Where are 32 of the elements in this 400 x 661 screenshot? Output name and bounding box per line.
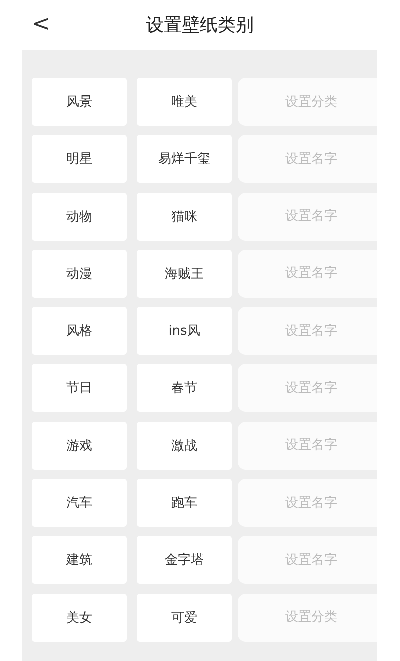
name-cell: 跑车 [137, 479, 232, 528]
input-field[interactable]: 设置名字 [238, 250, 377, 298]
input-field[interactable]: 设置名字 [238, 135, 377, 184]
name-cell: 可爱 [137, 594, 232, 642]
input-field[interactable]: 设置名字 [238, 307, 377, 356]
name-cell: 金字塔 [137, 536, 232, 584]
input-field[interactable]: 设置名字 [238, 422, 377, 470]
category-cell: 游戏 [32, 422, 127, 470]
name-cell: 激战 [137, 422, 232, 470]
category-cell: 明星 [32, 135, 127, 184]
category-cell: 风景 [32, 78, 127, 126]
category-cell: 建筑 [32, 536, 127, 584]
category-cell: 汽车 [32, 479, 127, 528]
category-cell: 美女 [32, 594, 127, 642]
back-button[interactable]: < [28, 11, 54, 39]
input-field[interactable]: 设置名字 [238, 536, 377, 584]
input-field[interactable]: 设置分类 [238, 78, 377, 126]
input-field[interactable]: 设置名字 [238, 479, 377, 528]
category-cell: 动物 [32, 192, 127, 241]
name-cell: 猫咪 [137, 192, 232, 241]
category-cell: 风格 [32, 307, 127, 356]
name-cell: 海贼王 [137, 250, 232, 298]
input-field[interactable]: 设置名字 [238, 364, 377, 412]
name-cell: 春节 [137, 364, 232, 412]
name-cell: 唯美 [137, 78, 232, 126]
name-cell: 易烊千玺 [137, 135, 232, 184]
input-field[interactable]: 设置分类 [238, 594, 377, 642]
name-cell: ins风 [137, 307, 232, 356]
input-field[interactable]: 设置名字 [238, 192, 377, 241]
page-title: 设置壁纸类别 [146, 14, 254, 37]
category-cell: 动漫 [32, 250, 127, 298]
category-cell: 节日 [32, 364, 127, 412]
